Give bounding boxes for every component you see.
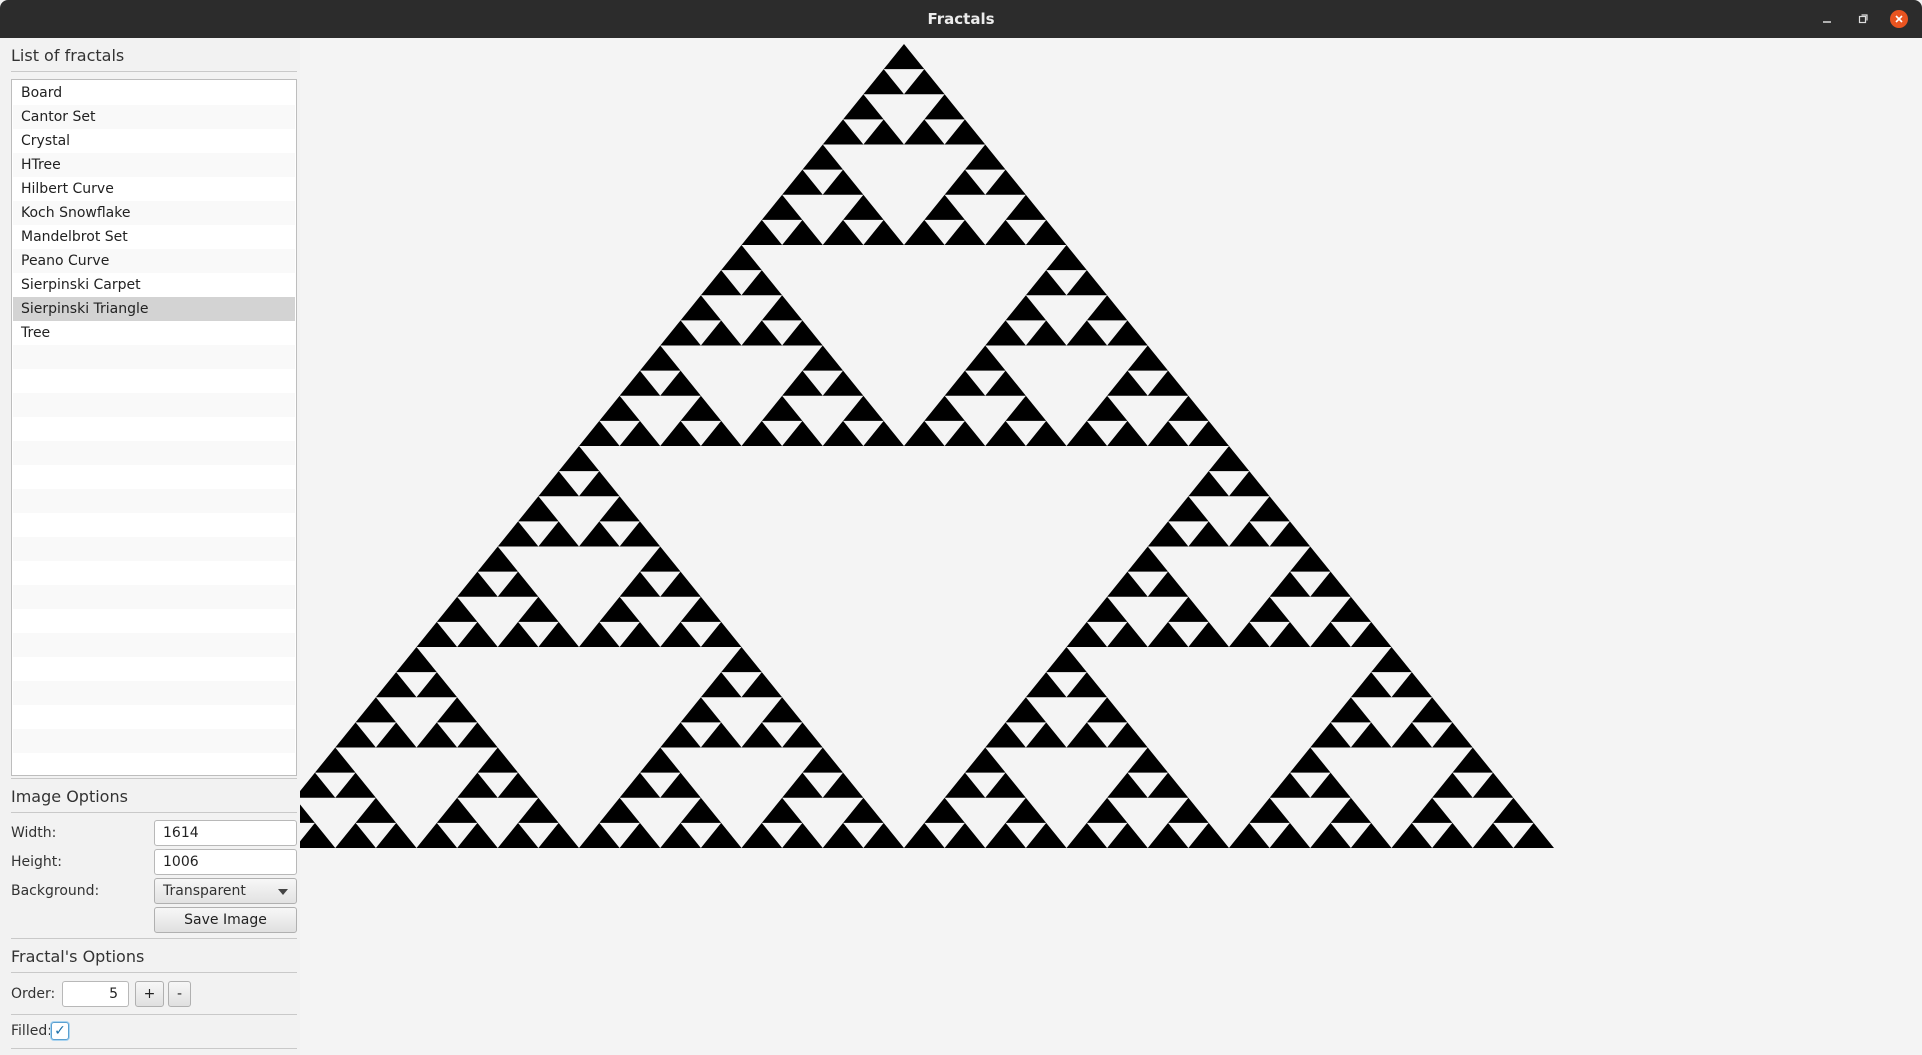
background-select-value: Transparent [163,883,246,899]
check-icon: ✓ [54,1023,66,1039]
window-controls [1818,0,1908,38]
chevron-down-icon [278,889,288,895]
empty-list-row [13,681,295,705]
height-row: Height: 1006 [11,848,297,876]
empty-list-row [13,729,295,753]
list-item[interactable]: Crystal [13,129,295,153]
order-increment-button[interactable]: + [135,981,164,1007]
width-row: Width: 1614 [11,819,297,847]
width-field[interactable]: 1614 [154,820,297,846]
empty-list-row [13,633,295,657]
order-label: Order: [11,986,56,1002]
empty-list-row [13,369,295,393]
empty-list-row [13,465,295,489]
filled-checkbox[interactable]: ✓ [51,1022,69,1040]
list-item[interactable]: Hilbert Curve [13,177,295,201]
empty-list-row [13,585,295,609]
save-image-button[interactable]: Save Image [154,907,297,933]
list-item[interactable]: Mandelbrot Set [13,225,295,249]
list-item[interactable]: Koch Snowflake [13,201,295,225]
empty-list-row [13,537,295,561]
empty-list-row [13,657,295,681]
filled-label: Filled: [11,1023,52,1039]
list-item[interactable]: Board [13,81,295,105]
empty-list-row [13,561,295,585]
minimize-icon[interactable] [1818,10,1836,28]
height-field[interactable]: 1006 [154,849,297,875]
image-options-title: Image Options [11,779,297,813]
list-item[interactable]: Tree [13,321,295,345]
background-select[interactable]: Transparent [154,878,297,904]
order-decrement-button[interactable]: - [168,981,191,1007]
title-bar: Fractals [0,0,1922,38]
list-item[interactable]: Peano Curve [13,249,295,273]
sidebar: List of fractals Board Cantor Set Crystal H… [11,38,297,1049]
fractal-list[interactable]: Board Cantor Set Crystal HTree Hilbert Curve… [11,79,297,776]
fractal-list-title: List of fractals [11,38,297,72]
empty-list-row [13,441,295,465]
order-row: Order: 5 + - [11,979,297,1009]
close-icon[interactable] [1890,10,1908,28]
list-item[interactable]: HTree [13,153,295,177]
empty-list-row [13,609,295,633]
list-item[interactable]: Sierpinski Triangle [13,297,295,321]
fractal-options-title: Fractal's Options [11,939,297,973]
empty-list-row [13,489,295,513]
empty-list-row [13,513,295,537]
order-field[interactable]: 5 [62,981,129,1007]
empty-list-row [13,345,295,369]
fractal-canvas [300,38,1922,1055]
list-item[interactable]: Cantor Set [13,105,295,129]
empty-list-row [13,417,295,441]
save-row: Save Image [11,906,297,934]
background-row: Background: Transparent [11,877,297,905]
empty-list-row [13,705,295,729]
window-title: Fractals [927,10,995,28]
list-item[interactable]: Sierpinski Carpet [13,273,295,297]
background-label: Background: [11,883,100,899]
empty-list-row [13,393,295,417]
height-label: Height: [11,854,62,870]
width-label: Width: [11,825,57,841]
restore-icon[interactable] [1854,10,1872,28]
filled-row: Filled: ✓ [11,1015,297,1047]
